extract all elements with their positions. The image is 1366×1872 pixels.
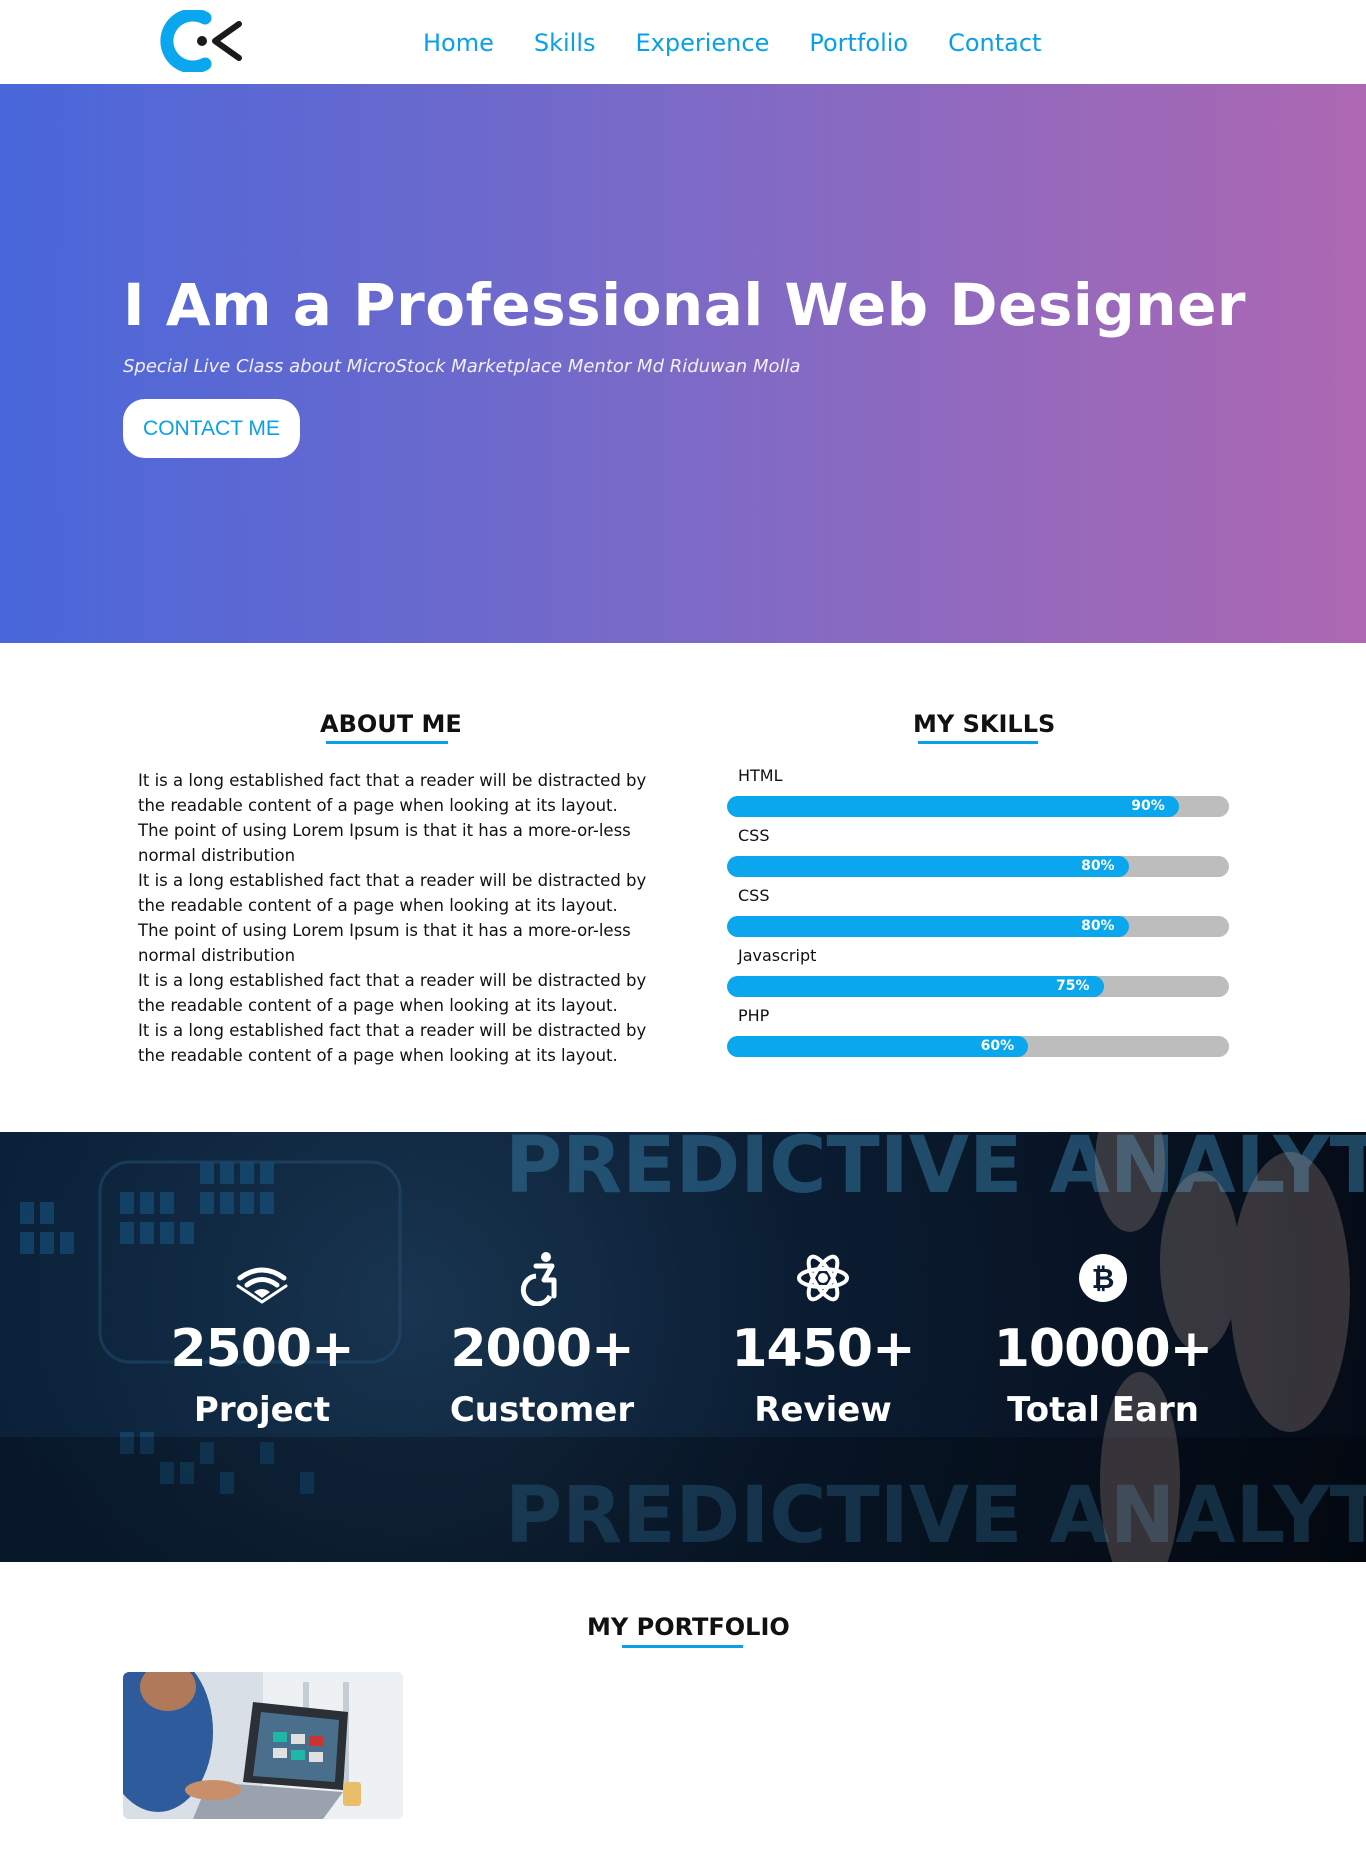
- skill-item: CSS 80%: [727, 824, 1229, 884]
- portfolio-title-underline: [622, 1645, 743, 1648]
- skill-percent: 60%: [980, 1038, 1015, 1054]
- nav-item-contact[interactable]: Contact: [948, 26, 1041, 60]
- skill-progress-fill: 60%: [727, 1036, 1029, 1057]
- stats-section: PREDICTIVE ANALYTICS PREDICTIVE ANALYTIC…: [0, 1132, 1366, 1562]
- about-paragraph: It is a long established fact that a rea…: [138, 971, 647, 1015]
- skill-name: PHP: [738, 1006, 770, 1025]
- stats-background-text: PREDICTIVE ANALYTICS: [505, 1132, 1366, 1211]
- skill-progress-track: 90%: [727, 796, 1229, 817]
- bitcoin-icon: ₿: [1079, 1254, 1127, 1302]
- skill-progress-track: 80%: [727, 856, 1229, 877]
- nav-item-portfolio[interactable]: Portfolio: [809, 26, 908, 60]
- portfolio-title: MY PORTFOLIO: [587, 1613, 790, 1641]
- contact-me-button[interactable]: CONTACT ME: [123, 399, 300, 458]
- main-menu: Home Skills Experience Portfolio Contact: [423, 26, 1081, 60]
- skill-name: CSS: [738, 886, 770, 905]
- stat-label: Customer: [449, 1390, 635, 1430]
- stat-projects: 2500+ Project: [162, 1250, 362, 1432]
- skill-progress-track: 80%: [727, 916, 1229, 937]
- skill-progress-fill: 80%: [727, 916, 1129, 937]
- skills-title-underline: [918, 741, 1038, 744]
- stat-number: 10000+: [993, 1319, 1213, 1379]
- skill-item: HTML 90%: [727, 764, 1229, 824]
- stat-number: 1450+: [731, 1319, 915, 1379]
- wifi-signal-icon: [236, 1267, 288, 1304]
- atom-icon: [797, 1254, 849, 1302]
- about-paragraph: It is a long established fact that a rea…: [138, 771, 647, 865]
- nav-item-experience[interactable]: Experience: [636, 26, 770, 60]
- brand-logo-icon[interactable]: [145, 10, 260, 72]
- hero-banner: I Am a Professional Web Designer Special…: [0, 84, 1366, 643]
- about-paragraph: It is a long established fact that a rea…: [138, 871, 647, 965]
- skill-percent: 90%: [1131, 798, 1165, 814]
- nav-item-skills[interactable]: Skills: [534, 26, 596, 60]
- stat-label: Project: [193, 1390, 331, 1430]
- skill-name: HTML: [738, 766, 783, 785]
- skills-title: MY SKILLS: [913, 710, 1056, 738]
- stat-label: Review: [754, 1390, 892, 1430]
- skill-item: CSS 80%: [727, 884, 1229, 944]
- hero-title: I Am a Professional Web Designer: [123, 271, 1247, 339]
- stat-label: Total Earn: [1007, 1390, 1199, 1430]
- stat-customers: 2000+ Customer: [442, 1250, 642, 1432]
- stat-number: 2500+: [170, 1319, 354, 1379]
- about-paragraph: It is a long established fact that a rea…: [138, 1021, 647, 1065]
- skill-percent: 80%: [1081, 858, 1115, 874]
- skill-item: PHP 60%: [727, 1004, 1229, 1064]
- hero-subtitle: Special Live Class about MicroStock Mark…: [123, 356, 801, 377]
- about-title-underline: [326, 741, 448, 744]
- skill-progress-fill: 75%: [727, 976, 1104, 997]
- skill-item: Javascript 75%: [727, 944, 1229, 1004]
- skills-list: HTML 90% CSS 80% CSS 80% Javascript 75%: [727, 764, 1229, 1064]
- skill-name: Javascript: [738, 946, 817, 965]
- about-text: It is a long established fact that a rea…: [138, 768, 648, 1068]
- skill-percent: 75%: [1055, 978, 1090, 994]
- skill-percent: 80%: [1081, 918, 1115, 934]
- stats-background-text-echo: PREDICTIVE ANALYTICS: [505, 1471, 1366, 1561]
- svg-text:₿: ₿: [1092, 1262, 1115, 1295]
- top-navbar: Home Skills Experience Portfolio Contact: [0, 0, 1366, 84]
- skill-progress-fill: 80%: [727, 856, 1129, 877]
- accessibility-icon: [520, 1252, 557, 1306]
- stat-number: 2000+: [450, 1319, 634, 1379]
- stat-reviews: 1450+ Review: [723, 1250, 923, 1432]
- skill-progress-track: 60%: [727, 1036, 1229, 1057]
- portfolio-thumbnail[interactable]: [123, 1672, 403, 1819]
- skill-progress-track: 75%: [727, 976, 1229, 997]
- skill-name: CSS: [738, 826, 770, 845]
- skill-progress-fill: 90%: [727, 796, 1179, 817]
- about-title: ABOUT ME: [320, 710, 462, 738]
- stat-total-earn: ₿ 10000+ Total Earn: [993, 1250, 1213, 1432]
- nav-item-home[interactable]: Home: [423, 26, 494, 60]
